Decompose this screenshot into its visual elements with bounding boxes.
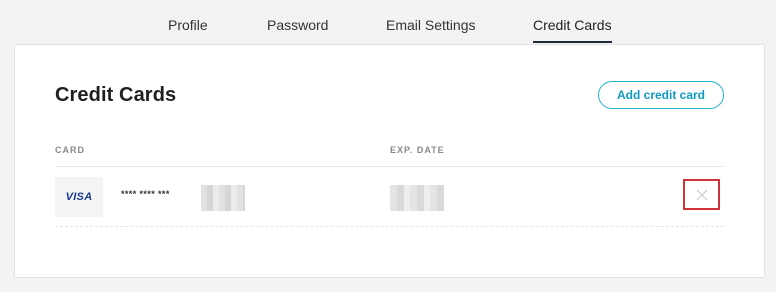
- column-header-exp-date: EXP. DATE: [390, 145, 445, 155]
- table-row: VISA **** **** ***: [55, 167, 724, 226]
- section-title: Credit Cards: [55, 84, 177, 106]
- redacted-card-digits: [201, 185, 245, 211]
- column-header-card: CARD: [55, 145, 85, 155]
- card-number: **** **** ***: [121, 189, 170, 199]
- visa-logo: VISA: [55, 177, 103, 217]
- credit-cards-panel: Credit Cards Add credit card CARD EXP. D…: [14, 44, 765, 278]
- close-icon: [696, 189, 707, 200]
- add-credit-card-button[interactable]: Add credit card: [598, 81, 724, 109]
- tab-profile[interactable]: Profile: [168, 17, 208, 33]
- tab-password[interactable]: Password: [267, 17, 328, 33]
- redacted-exp-date: [390, 185, 444, 211]
- row-divider: [55, 226, 724, 227]
- tab-email-settings[interactable]: Email Settings: [386, 17, 475, 33]
- delete-card-button[interactable]: [683, 179, 720, 210]
- card-brand: VISA: [65, 191, 93, 203]
- tab-credit-cards[interactable]: Credit Cards: [533, 17, 612, 43]
- settings-tabs: Profile Password Email Settings Credit C…: [0, 0, 776, 44]
